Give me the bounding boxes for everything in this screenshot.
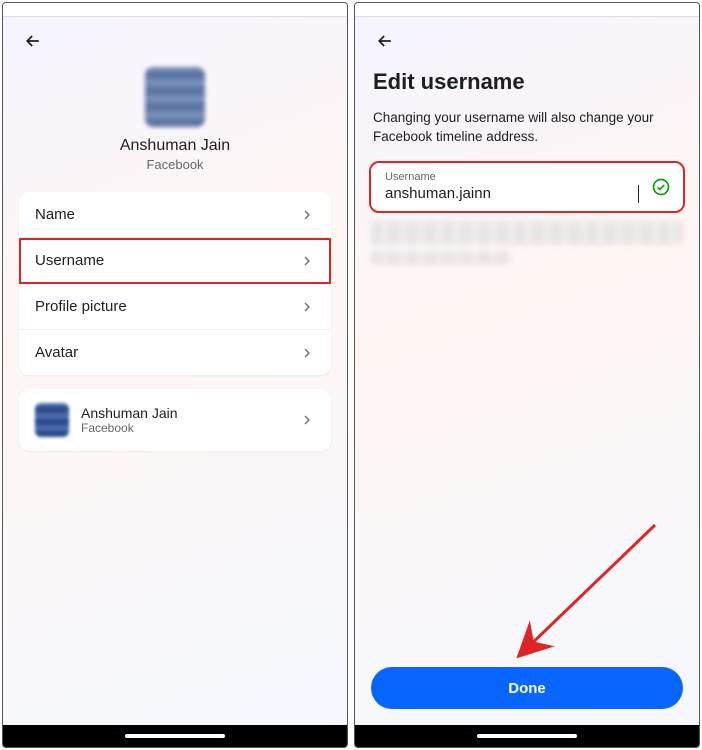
content-area: Edit username Changing your username wil… [355, 17, 699, 725]
phone-screen-edit-username: Edit username Changing your username wil… [354, 2, 700, 748]
redacted-text [371, 221, 683, 245]
username-field-wrap: Username anshuman.jainn [371, 163, 683, 211]
back-button[interactable] [373, 31, 397, 55]
checkmark-circle-icon [651, 177, 671, 197]
status-bar [3, 3, 347, 17]
redacted-text [371, 251, 511, 265]
header [3, 17, 347, 63]
chevron-right-icon [299, 253, 315, 269]
nav-bar [3, 725, 347, 747]
profile-avatar [145, 67, 205, 127]
description-text: Changing your username will also change … [355, 109, 699, 163]
row-avatar[interactable]: Avatar [19, 330, 331, 375]
chevron-right-icon [299, 207, 315, 223]
row-label: Profile picture [35, 298, 299, 315]
row-label: Username [35, 252, 299, 269]
account-texts: Anshuman Jain Facebook [81, 405, 299, 435]
back-arrow-icon [375, 31, 395, 56]
profile-platform: Facebook [146, 157, 203, 172]
account-row[interactable]: Anshuman Jain Facebook [19, 389, 331, 451]
chevron-right-icon [299, 345, 315, 361]
page-title: Edit username [355, 63, 699, 109]
row-username[interactable]: Username [19, 238, 331, 284]
account-avatar [35, 403, 69, 437]
row-name[interactable]: Name [19, 192, 331, 238]
row-profile-picture[interactable]: Profile picture [19, 284, 331, 330]
status-bar [355, 3, 699, 17]
username-input[interactable]: Username anshuman.jainn [371, 163, 683, 211]
profile-name: Anshuman Jain [120, 137, 230, 155]
button-label: Done [508, 680, 546, 697]
home-indicator[interactable] [125, 734, 225, 738]
chevron-right-icon [299, 412, 315, 428]
field-value: anshuman.jainn [385, 185, 639, 203]
done-button[interactable]: Done [371, 667, 683, 709]
back-arrow-icon [23, 31, 43, 56]
account-platform: Facebook [81, 421, 299, 435]
account-name: Anshuman Jain [81, 405, 299, 421]
field-label: Username [385, 171, 639, 183]
profile-block: Anshuman Jain Facebook [3, 67, 347, 172]
row-label: Name [35, 206, 299, 223]
back-button[interactable] [21, 31, 45, 55]
content-area: Anshuman Jain Facebook Name Username Pro… [3, 17, 347, 725]
settings-card: Name Username Profile picture Avatar [19, 192, 331, 375]
account-card: Anshuman Jain Facebook [19, 389, 331, 451]
phone-screen-settings: Anshuman Jain Facebook Name Username Pro… [2, 2, 348, 748]
chevron-right-icon [299, 299, 315, 315]
row-label: Avatar [35, 344, 299, 361]
nav-bar [355, 725, 699, 747]
home-indicator[interactable] [477, 734, 577, 738]
header [355, 17, 699, 63]
